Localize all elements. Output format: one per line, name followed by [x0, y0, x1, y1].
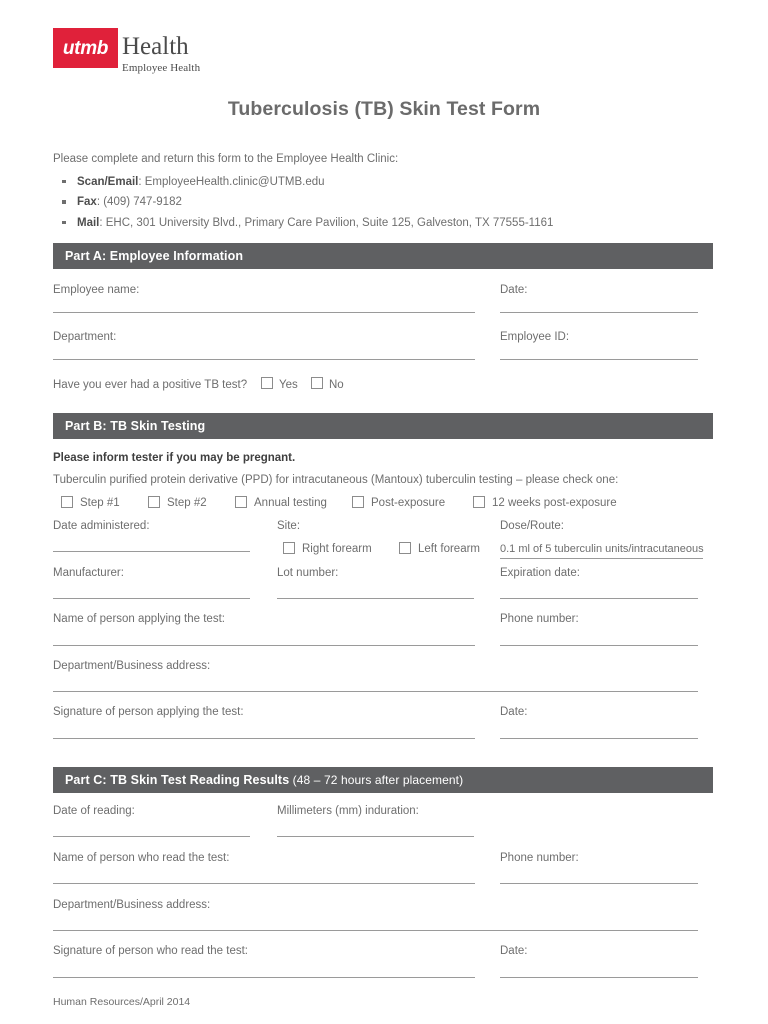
- checkbox-post-exposure[interactable]: [352, 496, 364, 508]
- checkbox-left-forearm-label: Left forearm: [418, 543, 480, 555]
- phone-number-label-c: Phone number:: [500, 852, 579, 864]
- employee-name-input[interactable]: [53, 312, 475, 313]
- contact-value: : EmployeeHealth.clinic@UTMB.edu: [138, 175, 325, 188]
- part-c-title-bold: Part C: TB Skin Test Reading Results: [65, 773, 290, 787]
- contact-value: : (409) 747-9182: [96, 196, 182, 209]
- dept-address-input-b[interactable]: [53, 691, 698, 692]
- phone-number-input-b[interactable]: [500, 645, 698, 646]
- expiration-date-label: Expiration date:: [500, 567, 580, 579]
- employee-name-label: Employee name:: [53, 284, 140, 296]
- checkbox-annual-testing-label: Annual testing: [254, 497, 327, 509]
- contact-value: : EHC, 301 University Blvd., Primary Car…: [99, 216, 554, 229]
- date-administered-label: Date administered:: [53, 520, 150, 532]
- utmb-health-logo: utmb Health Employee Health: [53, 28, 200, 74]
- dept-address-label-c: Department/Business address:: [53, 899, 211, 911]
- page-title: Tuberculosis (TB) Skin Test Form: [227, 98, 541, 120]
- logo-wordgroup: Health Employee Health: [122, 28, 200, 74]
- name-read-label: Name of person who read the test:: [53, 852, 230, 864]
- utmb-logo-mark: utmb: [53, 28, 118, 68]
- site-label: Site:: [277, 520, 301, 532]
- date-input-b[interactable]: [500, 738, 698, 739]
- intro-lead-text: Please complete and return this form to …: [53, 153, 399, 165]
- utmb-wordmark: utmb: [62, 37, 109, 59]
- checkbox-step-2[interactable]: [148, 496, 160, 508]
- contact-label: Scan/Email: [77, 175, 139, 188]
- checkbox-step-1-label: Step #1: [80, 497, 120, 509]
- intro-block: Please complete and return this form to …: [53, 151, 713, 233]
- dose-route-label: Dose/Route:: [500, 520, 564, 532]
- phone-number-label-b: Phone number:: [500, 613, 579, 625]
- contact-label: Fax: [77, 196, 97, 209]
- employee-id-input[interactable]: [500, 359, 698, 360]
- footer-text: Human Resources/April 2014: [53, 996, 191, 1008]
- employee-id-label: Employee ID:: [500, 331, 570, 343]
- date-of-reading-input[interactable]: [53, 836, 250, 837]
- checkbox-positive-yes[interactable]: [261, 377, 273, 389]
- signature-applying-label: Signature of person applying the test:: [53, 706, 244, 718]
- signature-applying-input[interactable]: [53, 738, 475, 739]
- signature-read-label: Signature of person who read the test:: [53, 945, 248, 957]
- name-read-input[interactable]: [53, 883, 475, 884]
- ppd-instruction: Tuberculin purified protein derivative (…: [53, 474, 619, 486]
- part-a-title: Part A: Employee Information: [65, 249, 244, 263]
- list-item: Fax: (409) 747-9182: [53, 192, 713, 212]
- part-c-header-bar: Part C: TB Skin Test Reading Results (48…: [53, 767, 713, 793]
- date-administered-input[interactable]: [53, 551, 250, 552]
- manufacturer-label: Manufacturer:: [53, 567, 124, 579]
- positive-tb-question-label: Have you ever had a positive TB test?: [53, 379, 248, 391]
- part-c-title: Part C: TB Skin Test Reading Results (48…: [53, 773, 463, 787]
- checkbox-12-weeks-post-exposure[interactable]: [473, 496, 485, 508]
- checkbox-12-weeks-post-exposure-label: 12 weeks post-exposure: [492, 497, 617, 509]
- checkbox-positive-no-label: No: [329, 379, 344, 391]
- checkbox-right-forearm-label: Right forearm: [302, 543, 372, 555]
- list-item: Scan/Email: EmployeeHealth.clinic@UTMB.e…: [53, 172, 713, 192]
- date-label-b: Date:: [500, 706, 528, 718]
- checkbox-step-2-label: Step #2: [167, 497, 207, 509]
- date-label-a: Date:: [500, 284, 528, 296]
- contact-label: Mail: [77, 216, 100, 229]
- name-applying-label: Name of person applying the test:: [53, 613, 225, 625]
- date-label-c: Date:: [500, 945, 528, 957]
- lot-number-input[interactable]: [277, 598, 474, 599]
- part-b-title: Part B: TB Skin Testing: [65, 419, 206, 433]
- dose-route-value: 0.1 ml of 5 tuberculin units/intracutane…: [500, 543, 704, 555]
- checkbox-post-exposure-label: Post-exposure: [371, 497, 446, 509]
- logo-health-word: Health: [122, 33, 189, 60]
- logo-subword: Employee Health: [122, 62, 201, 74]
- name-applying-input[interactable]: [53, 645, 475, 646]
- signature-read-input[interactable]: [53, 977, 475, 978]
- dose-route-input: [500, 558, 703, 559]
- contact-list: Scan/Email: EmployeeHealth.clinic@UTMB.e…: [53, 172, 713, 233]
- expiration-date-input[interactable]: [500, 598, 698, 599]
- checkbox-step-1[interactable]: [61, 496, 73, 508]
- manufacturer-input[interactable]: [53, 598, 250, 599]
- department-input[interactable]: [53, 359, 475, 360]
- checkbox-right-forearm[interactable]: [283, 542, 295, 554]
- lot-number-label: Lot number:: [277, 567, 339, 579]
- department-label: Department:: [53, 331, 117, 343]
- mm-induration-label: Millimeters (mm) induration:: [277, 805, 419, 817]
- date-input-a[interactable]: [500, 312, 698, 313]
- checkbox-positive-yes-label: Yes: [279, 379, 298, 391]
- part-b-header-bar: Part B: TB Skin Testing: [53, 413, 713, 439]
- dept-address-input-c[interactable]: [53, 930, 698, 931]
- date-of-reading-label: Date of reading:: [53, 805, 135, 817]
- mm-induration-input[interactable]: [277, 836, 474, 837]
- checkbox-left-forearm[interactable]: [399, 542, 411, 554]
- list-item: Mail: EHC, 301 University Blvd., Primary…: [53, 213, 713, 233]
- part-a-header-bar: Part A: Employee Information: [53, 243, 713, 269]
- checkbox-annual-testing[interactable]: [235, 496, 247, 508]
- dept-address-label-b: Department/Business address:: [53, 660, 211, 672]
- date-input-c[interactable]: [500, 977, 698, 978]
- form-page: utmb Health Employee Health Tuberculosis…: [0, 0, 768, 1024]
- pregnancy-notice: Please inform tester if you may be pregn…: [53, 452, 296, 464]
- part-c-title-sub: (48 – 72 hours after placement): [289, 773, 464, 787]
- checkbox-positive-no[interactable]: [311, 377, 323, 389]
- phone-number-input-c[interactable]: [500, 883, 698, 884]
